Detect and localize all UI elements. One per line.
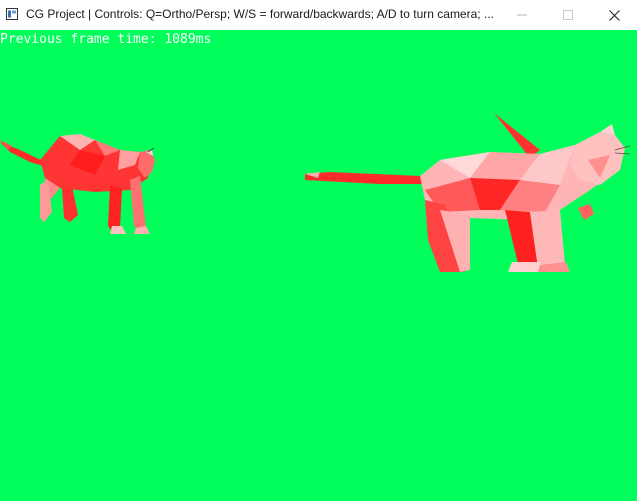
app-window-icon — [6, 8, 18, 20]
title-bar[interactable]: CG Project | Controls: Q=Ortho/Persp; W/… — [0, 0, 637, 30]
close-icon — [608, 9, 620, 21]
app-window: CG Project | Controls: Q=Ortho/Persp; W/… — [0, 0, 637, 501]
minimize-icon — [517, 14, 527, 16]
minimize-button[interactable] — [499, 0, 545, 30]
close-button[interactable] — [591, 0, 637, 30]
scene-canvas — [0, 30, 637, 501]
window-title: CG Project | Controls: Q=Ortho/Persp; W/… — [26, 7, 494, 21]
render-viewport[interactable]: Previous frame time: 1089ms — [0, 30, 637, 501]
maximize-icon — [563, 10, 573, 20]
maximize-button[interactable] — [545, 0, 591, 30]
frame-time-readout: Previous frame time: 1089ms — [0, 32, 212, 47]
